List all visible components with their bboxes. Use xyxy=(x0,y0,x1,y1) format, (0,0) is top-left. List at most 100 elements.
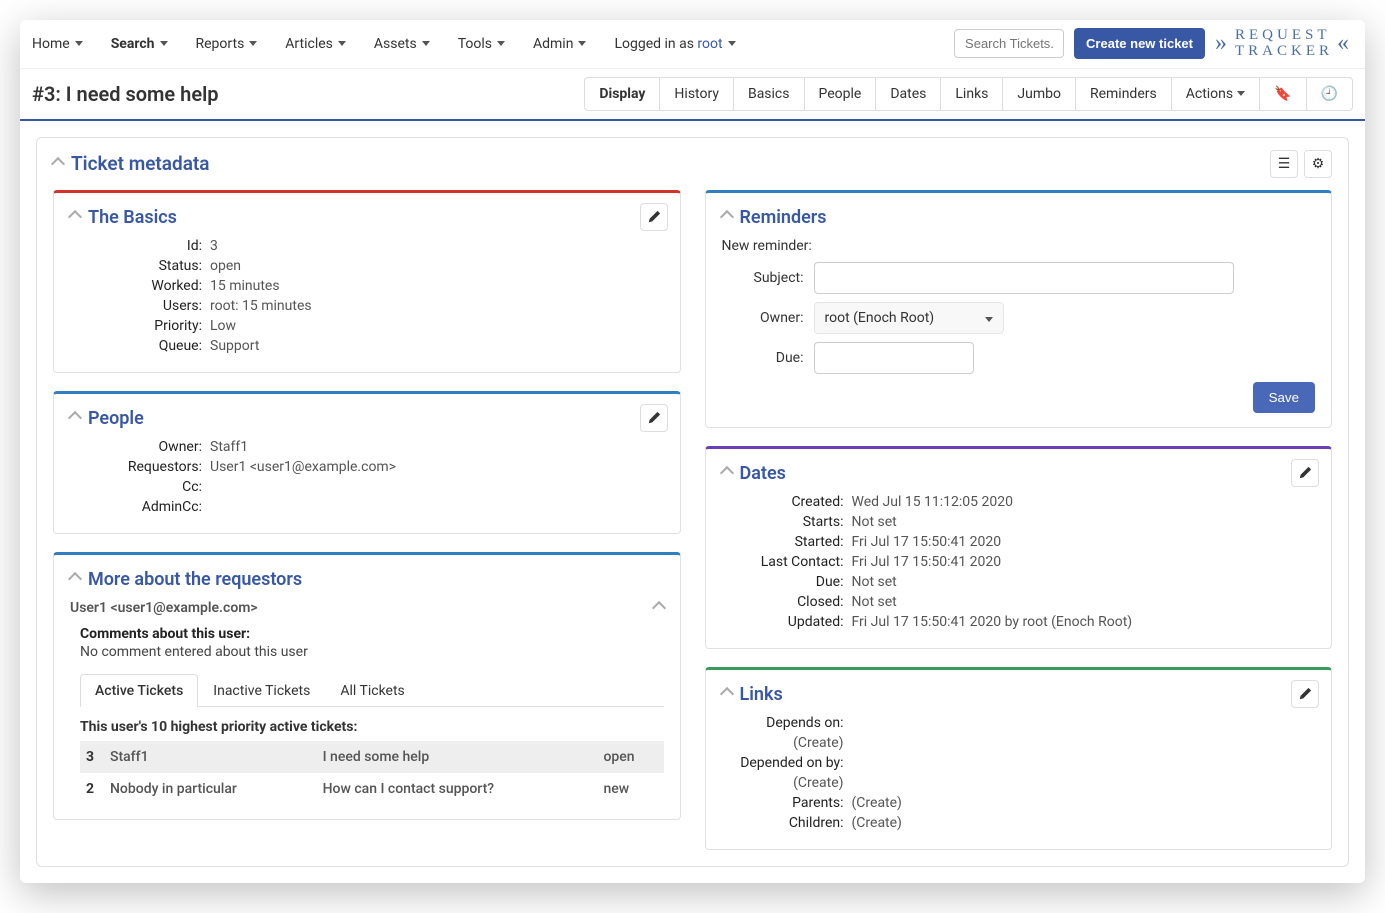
field-label: Cc: xyxy=(70,479,210,495)
tickets-table: 3Staff1I need some helpopen2Nobody in pa… xyxy=(80,741,664,805)
field-value: Staff1 xyxy=(210,439,664,455)
nav-tools[interactable]: Tools xyxy=(458,36,505,52)
field-label: Id: xyxy=(70,238,210,254)
dates-row: Last Contact:Fri Jul 17 15:50:41 2020 xyxy=(722,554,1316,570)
chevron-up-icon xyxy=(68,411,82,425)
basics-row: Id:3 xyxy=(70,238,664,254)
reminders-title[interactable]: Reminders xyxy=(722,207,1316,228)
search-input[interactable] xyxy=(954,29,1064,58)
requestors-title[interactable]: More about the requestors xyxy=(70,569,664,590)
save-button[interactable]: Save xyxy=(1253,382,1315,413)
comments-text: No comment entered about this user xyxy=(80,644,664,660)
field-label: Users: xyxy=(70,298,210,314)
tab-active-tickets[interactable]: Active Tickets xyxy=(80,674,198,707)
requestor-user-toggle[interactable]: User1 <user1@example.com> xyxy=(70,600,664,616)
pencil-icon xyxy=(647,210,661,224)
nav-search[interactable]: Search xyxy=(111,36,168,52)
tab-links[interactable]: Links xyxy=(941,78,1003,110)
field-value: Fri Jul 17 15:50:41 2020 xyxy=(852,534,1316,550)
basics-row: Priority:Low xyxy=(70,318,664,334)
bookmark-icon: 🔖 xyxy=(1274,86,1291,102)
title-bar: #3: I need some help Display History Bas… xyxy=(20,69,1365,121)
chevron-up-icon xyxy=(651,600,665,614)
create-ticket-button[interactable]: Create new ticket xyxy=(1074,28,1205,59)
field-value: root: 15 minutes xyxy=(210,298,664,314)
nav-logged-in[interactable]: Logged in as root xyxy=(614,36,735,52)
page-tabs: Display History Basics People Dates Link… xyxy=(584,77,1353,111)
new-reminder-label: New reminder: xyxy=(722,238,1316,254)
reminder-due-input[interactable] xyxy=(814,342,974,374)
tab-reminders[interactable]: Reminders xyxy=(1076,78,1172,110)
edit-links-button[interactable] xyxy=(1291,680,1319,708)
table-row[interactable]: 3Staff1I need some helpopen xyxy=(80,741,664,773)
create-link[interactable]: (Create) xyxy=(793,735,843,751)
reminders-card: Reminders New reminder: Subject: Owner:r… xyxy=(705,190,1333,428)
chevron-down-icon xyxy=(75,41,83,46)
tab-jumbo[interactable]: Jumbo xyxy=(1003,78,1076,110)
requestor-tabs: Active Tickets Inactive Tickets All Tick… xyxy=(80,674,664,707)
table-row[interactable]: 2Nobody in particularHow can I contact s… xyxy=(80,773,664,805)
field-value: User1 <user1@example.com> xyxy=(210,459,664,475)
tab-inactive-tickets[interactable]: Inactive Tickets xyxy=(198,674,325,707)
nav-admin[interactable]: Admin xyxy=(533,36,586,52)
create-link[interactable]: (Create) xyxy=(793,775,843,791)
dates-row: Due:Not set xyxy=(722,574,1316,590)
links-title[interactable]: Links xyxy=(722,684,1316,705)
ticket-status: new xyxy=(597,773,663,805)
dates-card: Dates Created:Wed Jul 15 11:12:05 2020St… xyxy=(705,446,1333,649)
field-value: 3 xyxy=(210,238,664,254)
nav-articles[interactable]: Articles xyxy=(285,36,346,52)
pencil-icon xyxy=(647,411,661,425)
field-value: Not set xyxy=(852,514,1316,530)
basics-row: Queue:Support xyxy=(70,338,664,354)
tab-display[interactable]: Display xyxy=(585,78,660,110)
ticket-subject: How can I contact support? xyxy=(317,773,598,805)
basics-row: Worked:15 minutes xyxy=(70,278,664,294)
reminder-owner-select[interactable]: root (Enoch Root) xyxy=(814,302,1004,334)
reminder-subject-input[interactable] xyxy=(814,262,1234,294)
field-label: Updated: xyxy=(722,614,852,630)
field-label: Requestors: xyxy=(70,459,210,475)
settings-button[interactable]: ⚙ xyxy=(1304,150,1332,178)
ticket-id: 3 xyxy=(80,741,104,773)
nav-reports[interactable]: Reports xyxy=(196,36,258,52)
ticket-owner: Staff1 xyxy=(104,741,317,773)
tab-dates[interactable]: Dates xyxy=(876,78,941,110)
field-value: Low xyxy=(210,318,664,334)
create-link[interactable]: (Create) xyxy=(852,815,902,831)
basics-title[interactable]: The Basics xyxy=(70,207,664,228)
nav-home[interactable]: Home xyxy=(32,36,83,52)
timer-button[interactable]: 🕘 xyxy=(1307,78,1352,110)
tab-actions[interactable]: Actions xyxy=(1172,78,1260,110)
tab-people[interactable]: People xyxy=(805,78,877,110)
people-title[interactable]: People xyxy=(70,408,664,429)
bookmark-button[interactable]: 🔖 xyxy=(1260,78,1306,110)
links-row: Children:(Create) xyxy=(722,815,1316,831)
pencil-icon xyxy=(1298,466,1312,480)
tab-basics[interactable]: Basics xyxy=(734,78,805,110)
main: Ticket metadata ☰ ⚙ The Basics Id:3Statu… xyxy=(20,121,1365,883)
list-view-button[interactable]: ☰ xyxy=(1270,150,1298,178)
people-row: AdminCc: xyxy=(70,499,664,515)
chevron-up-icon xyxy=(719,466,733,480)
basics-row: Users:root: 15 minutes xyxy=(70,298,664,314)
edit-basics-button[interactable] xyxy=(640,203,668,231)
field-label: Children: xyxy=(722,815,852,831)
edit-people-button[interactable] xyxy=(640,404,668,432)
requestors-card: More about the requestors User1 <user1@e… xyxy=(53,552,681,820)
edit-dates-button[interactable] xyxy=(1291,459,1319,487)
create-link[interactable]: (Create) xyxy=(852,795,902,811)
field-value: Not set xyxy=(852,594,1316,610)
people-row: Owner:Staff1 xyxy=(70,439,664,455)
tab-all-tickets[interactable]: All Tickets xyxy=(325,674,419,707)
chevron-down-icon xyxy=(728,41,736,46)
nav-right: Create new ticket » REQUESTTRACKER « xyxy=(954,28,1353,60)
chevron-down-icon xyxy=(578,41,586,46)
links-row: Depends on: xyxy=(722,715,1316,731)
nav-assets[interactable]: Assets xyxy=(374,36,430,52)
metadata-title[interactable]: Ticket metadata xyxy=(53,152,1270,175)
clock-icon: 🕘 xyxy=(1321,86,1338,102)
tab-history[interactable]: History xyxy=(660,78,734,110)
field-label: Priority: xyxy=(70,318,210,334)
dates-title[interactable]: Dates xyxy=(722,463,1316,484)
